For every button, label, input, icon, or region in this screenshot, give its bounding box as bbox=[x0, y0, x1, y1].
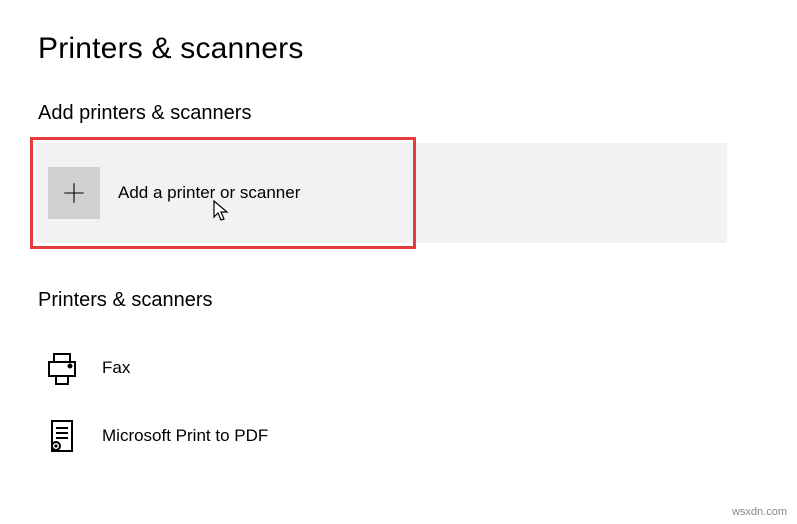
device-item-fax[interactable]: Fax bbox=[0, 334, 797, 402]
devices-section-heading: Printers & scanners bbox=[0, 289, 797, 312]
device-list: Fax Microsoft Print to PDF bbox=[0, 334, 797, 470]
page-title: Printers & scanners bbox=[0, 0, 797, 66]
plus-icon bbox=[48, 167, 100, 219]
device-item-microsoft-print-to-pdf[interactable]: Microsoft Print to PDF bbox=[0, 402, 797, 470]
fax-icon bbox=[40, 346, 84, 390]
pdf-printer-icon bbox=[40, 414, 84, 458]
device-label: Fax bbox=[102, 358, 130, 378]
watermark: wsxdn.com bbox=[732, 506, 787, 518]
add-section-heading: Add printers & scanners bbox=[0, 102, 797, 125]
device-label: Microsoft Print to PDF bbox=[102, 426, 268, 446]
add-printer-label: Add a printer or scanner bbox=[118, 183, 300, 203]
add-printer-button[interactable]: Add a printer or scanner bbox=[36, 143, 727, 243]
